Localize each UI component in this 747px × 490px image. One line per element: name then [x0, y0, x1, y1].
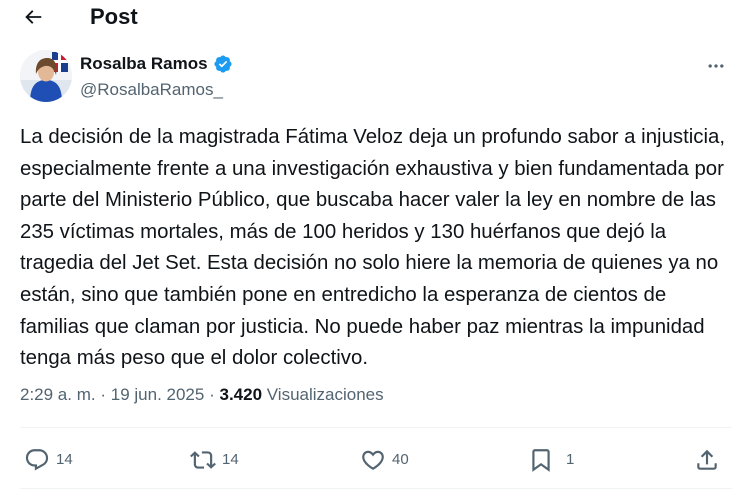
display-name-row: Rosalba Ramos [80, 53, 233, 75]
share-button[interactable] [694, 440, 720, 480]
repost-icon [190, 451, 216, 469]
like-count: 40 [392, 451, 409, 468]
meta-separator: · [100, 385, 107, 404]
tweet-time[interactable]: 2:29 a. m. [20, 385, 96, 404]
like-icon [362, 450, 384, 470]
reply-count: 14 [56, 451, 73, 468]
avatar[interactable] [20, 50, 72, 102]
tweet-date[interactable]: 19 jun. 2025 [111, 385, 205, 404]
divider-top [20, 427, 732, 428]
views-count[interactable]: 3.420 [219, 385, 262, 404]
tweet-text: La decisión de la magistrada Fátima Velo… [20, 126, 726, 370]
bookmark-count: 1 [566, 451, 575, 468]
verified-badge-icon [214, 55, 232, 73]
views-label: Visualizaciones [266, 385, 384, 404]
repost-button[interactable]: 14 [190, 440, 239, 480]
more-button[interactable] [700, 54, 732, 78]
post-header: Post [0, 0, 747, 36]
page-title: Post [90, 4, 138, 29]
action-bar: 14 14 40 1 [20, 440, 732, 480]
reply-icon [25, 449, 49, 471]
bookmark-button[interactable]: 1 [528, 440, 574, 480]
user-handle[interactable]: @RosalbaRamos_ [80, 79, 223, 101]
display-name[interactable]: Rosalba Ramos [80, 53, 208, 75]
back-button[interactable] [16, 2, 50, 32]
reply-button[interactable]: 14 [24, 440, 73, 480]
back-arrow-icon [25, 10, 42, 24]
avatar-image [20, 50, 72, 102]
tweet-meta: 2:29 a. m. · 19 jun. 2025 · 3.420 Visual… [20, 383, 384, 407]
more-icon [708, 64, 724, 68]
repost-count: 14 [222, 451, 239, 468]
divider-bottom [20, 488, 732, 489]
like-button[interactable]: 40 [360, 440, 409, 480]
share-icon [697, 449, 717, 470]
author-block: Rosalba Ramos @RosalbaRamos_ [20, 50, 732, 104]
bookmark-icon [532, 449, 550, 472]
meta-separator-2: · [209, 385, 215, 404]
